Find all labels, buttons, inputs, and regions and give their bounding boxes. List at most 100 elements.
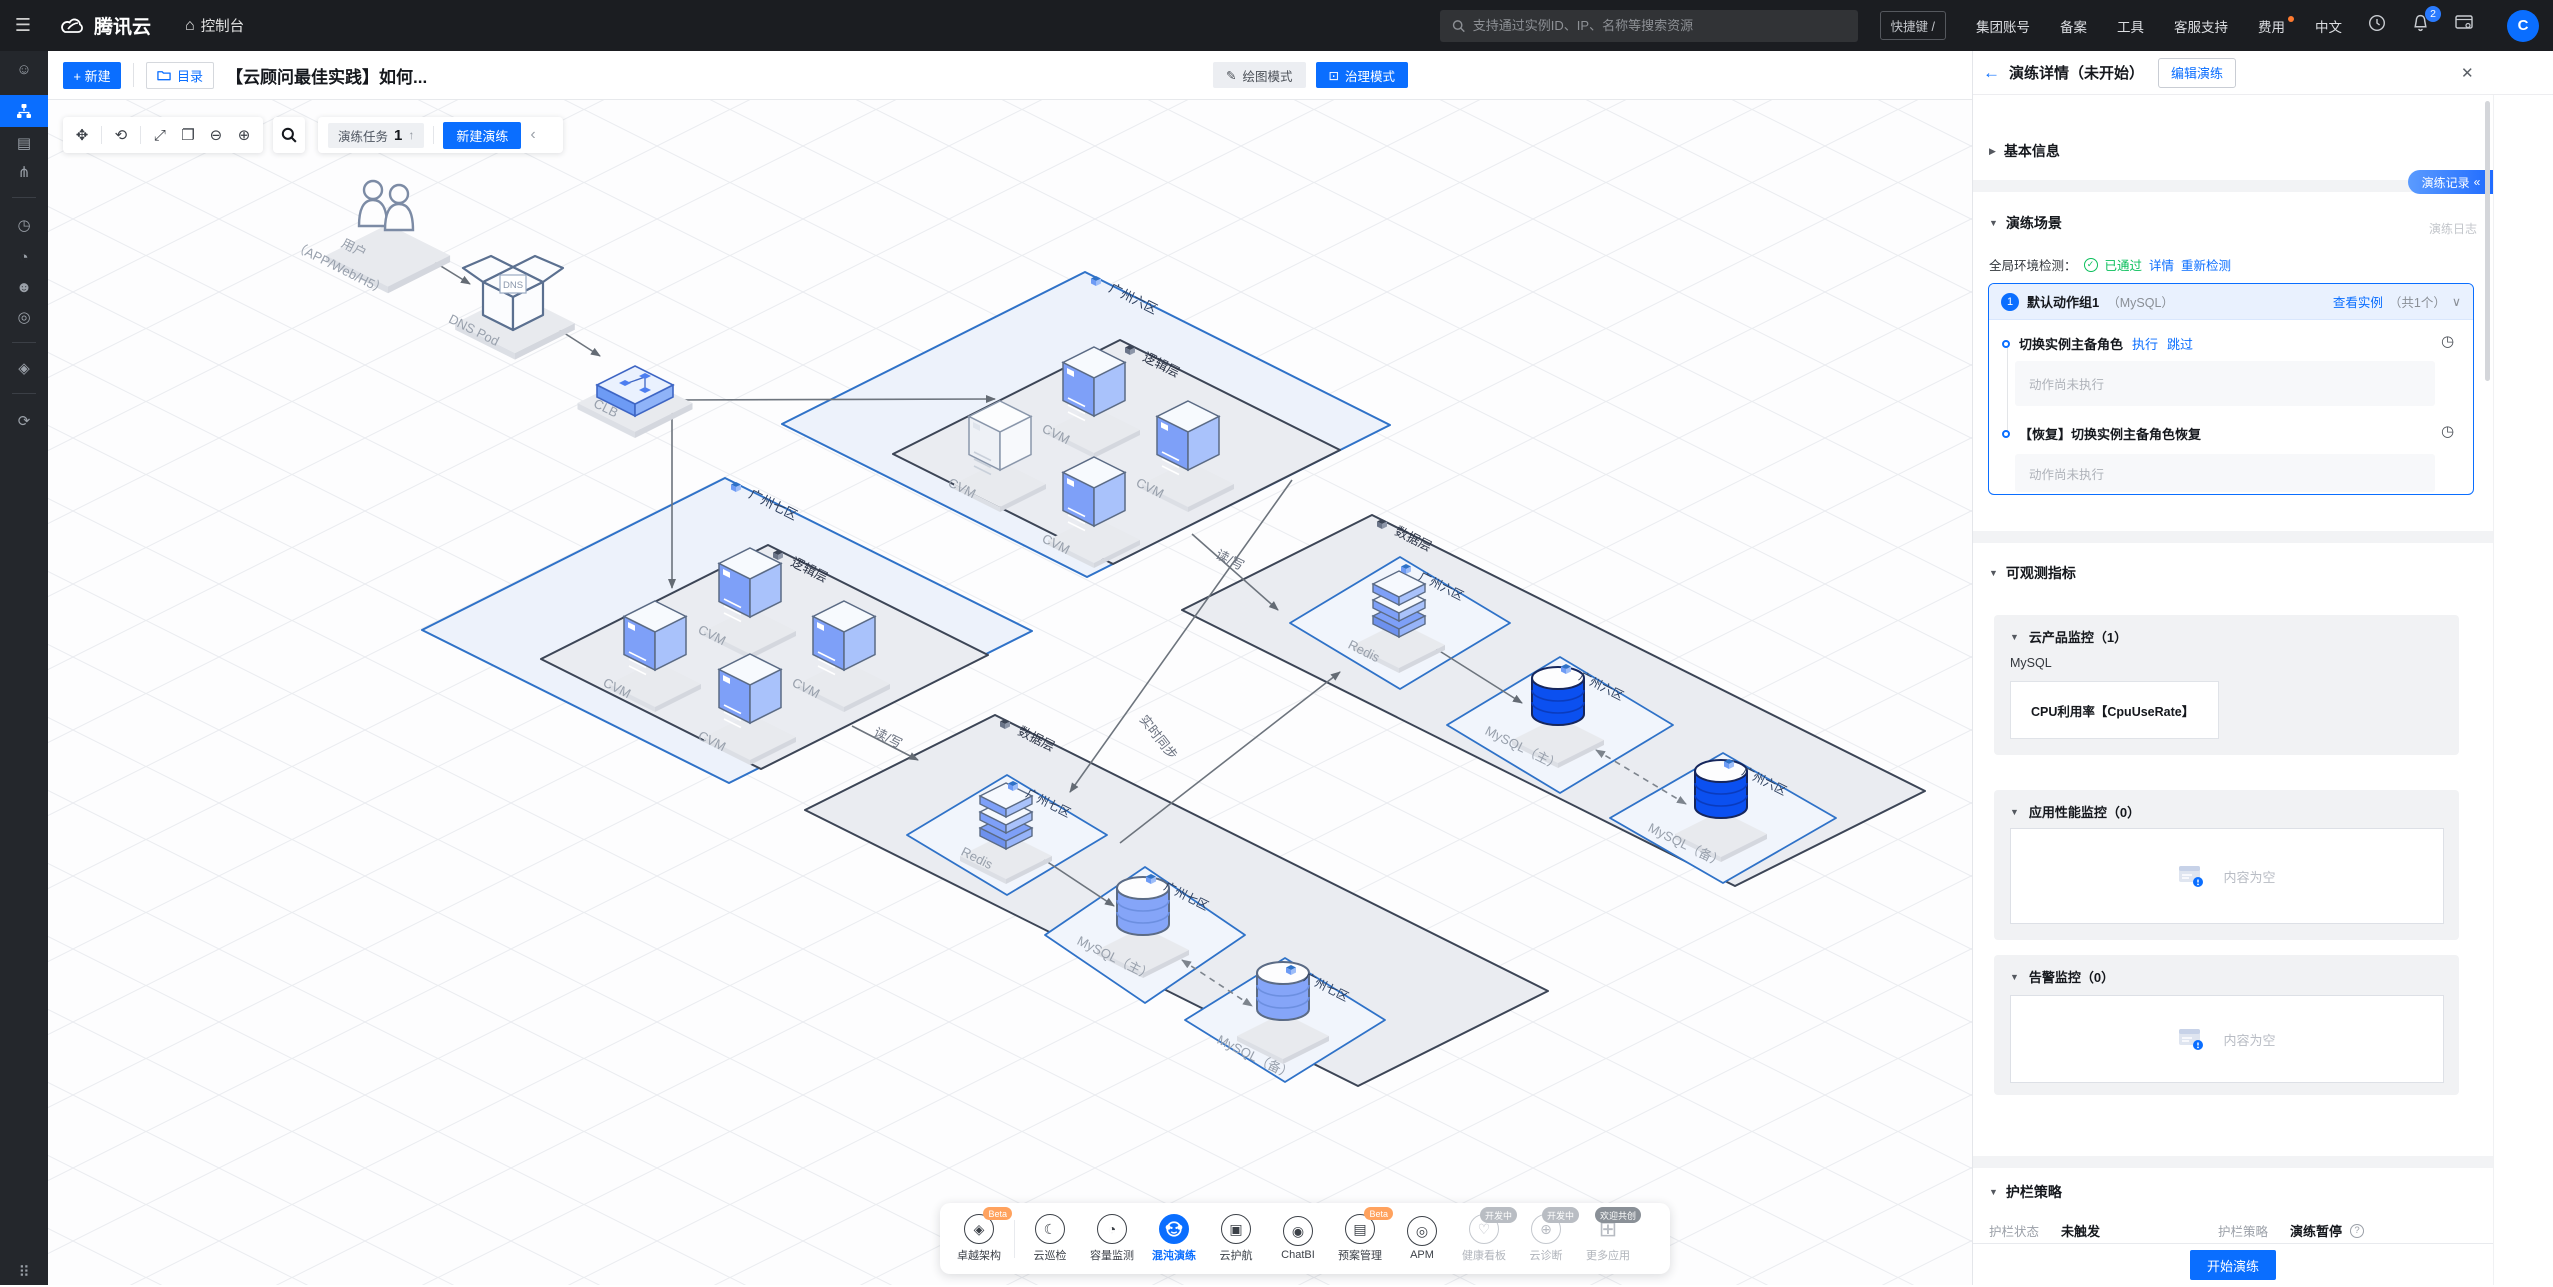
section-metrics[interactable]: ▼ 可观测指标	[1989, 563, 2076, 583]
sidebar-item-inspection[interactable]: ◷	[0, 210, 48, 240]
sidebar-item-chaos[interactable]: ☻	[0, 272, 48, 302]
tencent-cloud-logo[interactable]: 腾讯云	[60, 12, 151, 39]
group-number-badge: 1	[2001, 293, 2019, 311]
architecture-diagram: DNS 广州六区 广州七区 广州六区 广州六区 广州六区 广州	[48, 100, 1972, 1285]
dock-item-well-architected[interactable]: Beta ◈ 卓越架构	[952, 1214, 1006, 1263]
dock-item-plan-management[interactable]: Beta ▤ 预案管理	[1333, 1214, 1387, 1263]
collapse-chevron-icon[interactable]: ‹	[530, 126, 535, 144]
cloud-logo-icon	[60, 16, 86, 36]
notification-bell-icon[interactable]: 2	[2412, 14, 2429, 37]
topbar-menu: 集团账号 备案 工具 客服支持 费用 中文	[1976, 16, 2342, 36]
apm-monitor-card: ▼ 应用性能监控（0） 内容为空	[1994, 790, 2459, 940]
metric-chip[interactable]: CPU利用率【CpuUseRate】	[2010, 681, 2219, 739]
canvas-search-button[interactable]	[273, 117, 305, 153]
draw-mode-button[interactable]: ✎绘图模式	[1213, 62, 1306, 88]
dock-item-health-board[interactable]: 开发中 ♡ 健康看板	[1457, 1214, 1511, 1263]
sidebar-item-architecture-active[interactable]	[0, 95, 48, 127]
section-drill-scene[interactable]: ▼ 演练场景	[1989, 213, 2062, 233]
chaos-monkey-icon	[1159, 1214, 1189, 1244]
zoom-in-icon[interactable]: ⊕	[235, 126, 253, 144]
section-divider	[1973, 531, 2493, 543]
menu-language[interactable]: 中文	[2315, 16, 2342, 36]
menu-support[interactable]: 客服支持	[2174, 16, 2228, 36]
view-instances-link[interactable]: 查看实例	[2333, 292, 2383, 311]
dock-item-apm[interactable]: ◎ APM	[1395, 1216, 1449, 1261]
catalog-button[interactable]: 目录	[146, 62, 214, 89]
action-group-header[interactable]: 1 默认动作组1 （MySQL） 查看实例 （共1个） ∨	[1989, 284, 2473, 320]
fullscreen-icon[interactable]: ⤢	[151, 127, 169, 144]
section-guardrail[interactable]: ▼ 护栏策略	[1989, 1182, 2062, 1202]
top-bar: ☰ 腾讯云 ⌂ 控制台 快捷键 / 集团账号 备案 工具 客服支持 费用 中文 …	[0, 0, 2553, 51]
drill-record-tab[interactable]: 演练记录«	[2408, 170, 2494, 194]
menu-billing[interactable]: 费用	[2258, 16, 2285, 36]
panel-title: 演练详情（未开始）	[2009, 62, 2144, 83]
document-title[interactable]: 【云顾问最佳实践】如何...	[226, 63, 427, 88]
sidebar-item-sync[interactable]: ⟳	[0, 406, 48, 436]
alarm-monitor-header[interactable]: ▼ 告警监控（0）	[2010, 967, 2114, 986]
collapse-icon: «	[2474, 175, 2481, 189]
menu-icp[interactable]: 备案	[2060, 16, 2087, 36]
back-icon[interactable]: ←	[1983, 63, 2000, 83]
edit-drill-button[interactable]: 编辑演练	[2158, 58, 2236, 88]
chevron-down-icon[interactable]: ∨	[2452, 294, 2461, 309]
user-avatar[interactable]: C	[2507, 10, 2539, 42]
new-button[interactable]: + 新建	[63, 62, 121, 89]
close-icon[interactable]: ✕	[2461, 64, 2474, 82]
fit-view-icon[interactable]: ❐	[179, 126, 197, 144]
drill-task-counter[interactable]: 演练任务1↑	[328, 123, 424, 148]
cloud-escort-icon: ▣	[1221, 1214, 1251, 1244]
search-input[interactable]	[1473, 18, 1846, 33]
search-icon	[1452, 19, 1465, 33]
capacity-monitor-icon: ◔	[1097, 1214, 1127, 1244]
home-icon: ⌂	[185, 17, 195, 35]
cloud-product-monitor-card: ▼ 云产品监控（1） MySQL CPU利用率【CpuUseRate】	[1994, 615, 2459, 755]
zoom-out-icon[interactable]: ⊖	[207, 126, 225, 144]
monitor-icon: ⊡	[1329, 68, 1339, 83]
sidebar-item-advisor[interactable]: ☺	[0, 54, 48, 84]
rotate-2d-icon[interactable]: ⟲	[112, 126, 130, 144]
execute-link[interactable]: 执行	[2132, 334, 2158, 353]
menu-tools[interactable]: 工具	[2117, 16, 2144, 36]
cloud-product-monitor-header[interactable]: ▼ 云产品监控（1）	[2010, 627, 2127, 646]
sidebar-item-topology[interactable]: ⋔	[0, 157, 48, 187]
sidebar-divider	[12, 342, 36, 343]
sidebar-item-apps-grid[interactable]: ⠿	[0, 1257, 48, 1287]
help-icon[interactable]	[2368, 14, 2386, 37]
menu-group-account[interactable]: 集团账号	[1976, 16, 2030, 36]
dock-item-cloud-diagnosis[interactable]: 开发中 ⊕ 云诊断	[1519, 1214, 1573, 1263]
apm-icon: ◎	[1407, 1216, 1437, 1246]
drill-detail-panel: ← 演练详情（未开始） 编辑演练 ✕ ▶ 基本信息 演练记录« 演练日志 ▼ 演…	[1972, 51, 2553, 1285]
step-ring-icon	[2002, 430, 2010, 438]
dock-item-chatbi[interactable]: ◉ ChatBI	[1271, 1216, 1325, 1261]
pan-tool-icon[interactable]: ✥	[73, 126, 91, 144]
skip-link[interactable]: 跳过	[2167, 334, 2193, 353]
help-question-icon[interactable]: ?	[2350, 1224, 2364, 1238]
alarm-monitor-card: ▼ 告警监控（0） 内容为空	[1994, 955, 2459, 1095]
dock-item-more-apps[interactable]: 欢迎共创 ⊞ 更多应用	[1581, 1214, 1635, 1263]
global-search[interactable]	[1440, 10, 1858, 42]
sidebar-item-capacity[interactable]: ◔	[0, 242, 48, 272]
hamburger-menu-icon[interactable]: ☰	[0, 15, 46, 36]
console-tab[interactable]: ⌂ 控制台	[185, 15, 244, 36]
start-drill-button[interactable]: 开始演练	[2190, 1250, 2276, 1280]
dock-item-cloud-patrol[interactable]: ☾ 云巡检	[1023, 1214, 1077, 1263]
shortcut-hint[interactable]: 快捷键 /	[1880, 11, 1946, 40]
document-toolbar: + 新建 目录 【云顾问最佳实践】如何... ✎绘图模式 ⊡治理模式	[48, 51, 1972, 100]
govern-mode-button[interactable]: ⊡治理模式	[1316, 62, 1409, 88]
sidebar-item-badge[interactable]: ◈	[0, 353, 48, 383]
panel-scrollbar[interactable]	[2485, 101, 2490, 381]
drill-log-tab[interactable]: 演练日志	[2429, 220, 2477, 237]
section-basic-info[interactable]: ▶ 基本信息	[1989, 141, 2060, 161]
workspace-settings-icon[interactable]	[2455, 15, 2473, 36]
env-detail-link[interactable]: 详情	[2149, 255, 2174, 274]
dock-item-chaos-drill-active[interactable]: 混沌演练	[1147, 1214, 1201, 1263]
diagram-canvas[interactable]: DNS 广州六区 广州七区 广州六区 广州六区 广州六区 广州	[48, 100, 1972, 1285]
dock-item-capacity-monitor[interactable]: ◔ 容量监测	[1085, 1214, 1139, 1263]
env-recheck-link[interactable]: 重新检测	[2181, 255, 2231, 274]
apm-monitor-header[interactable]: ▼ 应用性能监控（0）	[2010, 802, 2140, 821]
panel-footer: 开始演练	[1973, 1243, 2493, 1285]
new-drill-button[interactable]: 新建演练	[443, 122, 521, 149]
sidebar-item-report[interactable]: ▤	[0, 128, 48, 158]
sidebar-item-escort[interactable]: ◎	[0, 302, 48, 332]
dock-item-cloud-escort[interactable]: ▣ 云护航	[1209, 1214, 1263, 1263]
